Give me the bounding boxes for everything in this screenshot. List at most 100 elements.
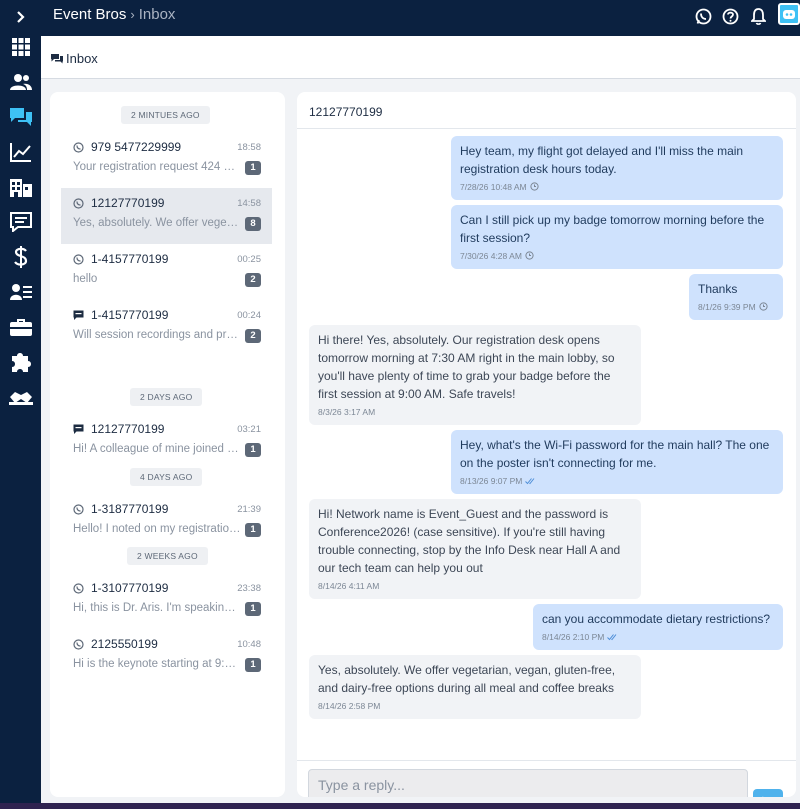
conversation-list: 2 MINTUES AGO 979 5477229999 18:58 Your …	[50, 92, 285, 797]
message-outgoing: Can I still pick up my badge tomorrow mo…	[451, 205, 783, 269]
conversation-preview: Hi, this is Dr. Aris. I'm speaking tomor…	[73, 602, 241, 614]
main-area: Inbox 2 MINTUES AGO 979 5477229999 18:58…	[41, 36, 800, 803]
conversation-item[interactable]: 12127770199 03:21 Hi! A colleague of min…	[61, 414, 272, 470]
divider	[297, 128, 796, 129]
conversation-item[interactable]: 1-3187770199 21:39 Hello! I noted on my …	[61, 494, 272, 550]
conversation-number: 979 5477229999	[91, 140, 182, 154]
bot-avatar-icon[interactable]	[778, 3, 800, 25]
conversation-preview: Hi is the keynote starting at 9:00?	[73, 658, 241, 670]
message-text: Hi! Network name is Event_Guest and the …	[318, 507, 621, 575]
top-bar: Event Bros › Inbox	[41, 0, 800, 36]
message-timestamp: 7/30/26 4:28 AM	[460, 250, 522, 261]
whatsapp-icon	[73, 639, 84, 650]
sidebar-rail	[0, 0, 41, 803]
page-title: Inbox	[66, 51, 98, 66]
whatsapp-icon	[73, 583, 84, 594]
unread-badge: 1	[245, 443, 261, 457]
inbox-icon	[51, 54, 63, 64]
whatsapp-icon	[73, 504, 84, 515]
message-text: Hey, what's the Wi-Fi password for the m…	[460, 438, 770, 470]
conversation-time: 00:25	[237, 254, 261, 265]
clock-icon	[525, 251, 534, 260]
conversation-item[interactable]: 1-4157770199 00:25 hello 2	[61, 244, 272, 300]
conversation-time: 03:21	[237, 424, 261, 435]
unread-badge: 1	[245, 602, 261, 616]
chat-icon	[73, 310, 84, 320]
message-timestamp: 8/3/26 3:17 AM	[318, 406, 376, 417]
double-check-icon	[525, 478, 535, 485]
conversation-time: 18:58	[237, 142, 261, 153]
unread-badge: 2	[245, 329, 261, 343]
conversation-preview: Will session recordings and presentation…	[73, 329, 241, 341]
contact-list-icon[interactable]	[0, 275, 41, 309]
clock-icon	[759, 302, 768, 311]
message-timestamp: 8/13/26 9:07 PM	[460, 475, 523, 486]
whatsapp-icon	[73, 198, 84, 209]
clock-icon	[530, 182, 539, 191]
inbox-icon[interactable]	[0, 100, 41, 134]
conversation-item[interactable]: 2125550199 10:48 Hi is the keynote start…	[61, 629, 272, 685]
buildings-icon[interactable]	[0, 170, 41, 204]
apps-grid-icon[interactable]	[0, 30, 41, 64]
conversation-preview: Yes, absolutely. We offer vegetarian, ve…	[73, 217, 241, 229]
whatsapp-icon	[73, 142, 84, 153]
message-outgoing: can you accommodate dietary restrictions…	[533, 604, 783, 650]
whatsapp-icon[interactable]	[693, 6, 713, 26]
message-timestamp: 7/28/26 10:48 AM	[460, 181, 527, 192]
message-outgoing: Hey, what's the Wi-Fi password for the m…	[451, 430, 783, 494]
conversation-item[interactable]: 1-3107770199 23:38 Hi, this is Dr. Aris.…	[61, 573, 272, 629]
send-button[interactable]	[753, 789, 783, 797]
conversation-preview: Your registration request 424 has been r…	[73, 161, 241, 173]
message-text: Thanks	[698, 282, 738, 296]
double-check-icon	[607, 634, 617, 641]
whatsapp-icon	[73, 254, 84, 265]
conversation-number: 1-4157770199	[91, 308, 169, 322]
message-outgoing: Thanks 8/1/26 9:39 PM	[689, 274, 783, 320]
dollar-icon[interactable]	[0, 240, 41, 274]
breadcrumb: Event Bros › Inbox	[53, 6, 175, 23]
conversation-number: 12127770199	[91, 422, 165, 436]
conversation-time: 00:24	[237, 310, 261, 321]
contacts-icon[interactable]	[0, 65, 41, 99]
puzzle-icon[interactable]	[0, 345, 41, 379]
briefcase-icon[interactable]	[0, 310, 41, 344]
message-text: can you accommodate dietary restrictions…	[542, 612, 771, 626]
conversation-item[interactable]: 1-4157770199 00:24 Will session recordin…	[61, 300, 272, 356]
bell-icon[interactable]	[748, 6, 768, 26]
unread-badge: 1	[245, 523, 261, 537]
analytics-icon[interactable]	[0, 135, 41, 169]
message-outgoing: Hey team, my flight got delayed and I'll…	[451, 136, 783, 200]
message-incoming: Hi! Network name is Event_Guest and the …	[309, 499, 641, 599]
conversation-number: 12127770199	[91, 196, 165, 210]
conversation-number: 2125550199	[91, 637, 158, 651]
chat-title: 12127770199	[309, 105, 383, 119]
date-separator: 2 DAYS AGO	[130, 388, 203, 406]
messages-icon[interactable]	[0, 205, 41, 239]
reply-input[interactable]	[308, 769, 748, 797]
conversation-time: 21:39	[237, 504, 261, 515]
chat-icon	[73, 424, 84, 434]
conversation-item-active[interactable]: 12127770199 14:58 Yes, absolutely. We of…	[61, 188, 272, 244]
conversation-item[interactable]: 979 5477229999 18:58 Your registration r…	[61, 132, 272, 188]
message-timestamp: 8/14/26 2:10 PM	[542, 631, 605, 642]
date-separator: 2 MINTUES AGO	[121, 106, 210, 124]
send-icon	[762, 796, 764, 797]
conversation-time: 10:48	[237, 639, 261, 650]
handshake-icon[interactable]	[0, 380, 41, 414]
date-separator: 2 WEEKS AGO	[127, 547, 208, 565]
conversation-number: 1-4157770199	[91, 252, 169, 266]
message-incoming: Hi there! Yes, absolutely. Our registrat…	[309, 325, 641, 425]
conversation-number: 1-3107770199	[91, 581, 169, 595]
help-icon[interactable]	[720, 6, 740, 26]
divider	[297, 760, 796, 761]
expand-icon[interactable]	[0, 0, 41, 34]
conversation-time: 23:38	[237, 583, 261, 594]
date-separator: 4 DAYS AGO	[130, 468, 203, 486]
unread-badge: 8	[245, 217, 261, 231]
breadcrumb-current: Inbox	[138, 6, 176, 23]
message-incoming: Yes, absolutely. We offer vegetarian, ve…	[309, 655, 641, 719]
app-name[interactable]: Event Bros	[53, 6, 126, 23]
message-timestamp: 8/1/26 9:39 PM	[698, 301, 756, 312]
message-text: Yes, absolutely. We offer vegetarian, ve…	[318, 663, 616, 695]
conversation-number: 1-3187770199	[91, 502, 169, 516]
